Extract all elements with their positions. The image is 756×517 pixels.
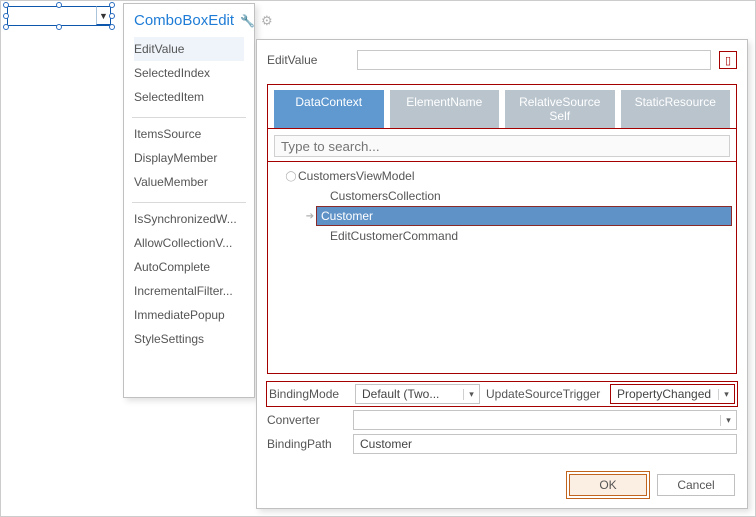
prop-autocomplete[interactable]: AutoComplete xyxy=(134,255,244,279)
tree-node-root[interactable]: ◯ CustomersViewModel xyxy=(276,166,736,186)
tab-elementname[interactable]: ElementName xyxy=(390,90,500,128)
expand-icon[interactable]: ◯ xyxy=(284,171,298,182)
chevron-down-icon[interactable]: ▾ xyxy=(720,415,736,426)
prop-immpopup[interactable]: ImmediatePopup xyxy=(134,303,244,327)
resize-handle[interactable] xyxy=(3,24,9,30)
resize-handle[interactable] xyxy=(56,2,62,8)
designer-combobox-control[interactable]: ▼ xyxy=(7,6,111,26)
prop-itemssource[interactable]: ItemsSource xyxy=(134,122,244,146)
resize-handle[interactable] xyxy=(56,24,62,30)
chevron-down-icon[interactable]: ▾ xyxy=(718,389,734,400)
binding-indicator-icon[interactable]: ▯ xyxy=(719,51,737,69)
binding-source-tabs: DataContext ElementName RelativeSource S… xyxy=(267,84,737,128)
search-input[interactable] xyxy=(274,135,730,157)
cancel-button[interactable]: Cancel xyxy=(657,474,735,496)
prop-displaymember[interactable]: DisplayMember xyxy=(134,146,244,170)
chevron-down-icon[interactable]: ▾ xyxy=(463,389,479,400)
editvalue-input[interactable] xyxy=(357,50,711,70)
gear-icon[interactable]: ⚙ xyxy=(261,13,273,29)
tab-staticresource[interactable]: StaticResource xyxy=(621,90,731,128)
binding-source-tree[interactable]: ◯ CustomersViewModel CustomersCollection… xyxy=(267,162,737,374)
resize-handle[interactable] xyxy=(109,2,115,8)
converter-label: Converter xyxy=(267,413,347,427)
tree-node-customer[interactable]: ➔ Customer xyxy=(316,206,732,226)
resize-handle[interactable] xyxy=(109,24,115,30)
binding-editor-popup: EditValue ▯ DataContext ElementName Rela… xyxy=(256,39,748,509)
resize-handle[interactable] xyxy=(109,13,115,19)
updatesourcetrigger-combo[interactable]: PropertyChanged ▾ xyxy=(610,384,735,404)
converter-combo[interactable]: ▾ xyxy=(353,410,737,430)
bindingmode-combo[interactable]: Default (Two... ▾ xyxy=(355,384,480,404)
prop-stylesettings[interactable]: StyleSettings xyxy=(134,327,244,351)
prop-selectedindex[interactable]: SelectedIndex xyxy=(134,61,244,85)
prop-allowcollection[interactable]: AllowCollectionV... xyxy=(134,231,244,255)
smart-tag-panel: ComboBoxEdit 🔧 ⚙ EditValue SelectedIndex… xyxy=(123,3,255,398)
tab-relativesource[interactable]: RelativeSource Self xyxy=(505,90,615,128)
prop-incfilter[interactable]: IncrementalFilter... xyxy=(134,279,244,303)
wrench-icon[interactable]: 🔧 xyxy=(240,14,255,28)
tree-node-customerscollection[interactable]: CustomersCollection xyxy=(276,186,736,206)
bindingmode-label: BindingMode xyxy=(269,387,349,401)
bindingpath-label: BindingPath xyxy=(267,437,347,451)
expand-icon[interactable]: ➔ xyxy=(303,211,317,222)
resize-handle[interactable] xyxy=(3,13,9,19)
prop-editvalue[interactable]: EditValue xyxy=(134,37,244,61)
prop-valuemember[interactable]: ValueMember xyxy=(134,170,244,194)
bindingpath-input[interactable]: Customer xyxy=(353,434,737,454)
resize-handle[interactable] xyxy=(3,2,9,8)
ok-button[interactable]: OK xyxy=(569,474,647,496)
tab-datacontext[interactable]: DataContext xyxy=(274,90,384,128)
editvalue-label: EditValue xyxy=(267,53,349,67)
prop-selecteditem[interactable]: SelectedItem xyxy=(134,85,244,109)
updatesourcetrigger-label: UpdateSourceTrigger xyxy=(486,387,604,401)
prop-issync[interactable]: IsSynchronizedW... xyxy=(134,207,244,231)
panel-title: ComboBoxEdit xyxy=(134,12,234,29)
tree-node-editcommand[interactable]: EditCustomerCommand xyxy=(276,226,736,246)
